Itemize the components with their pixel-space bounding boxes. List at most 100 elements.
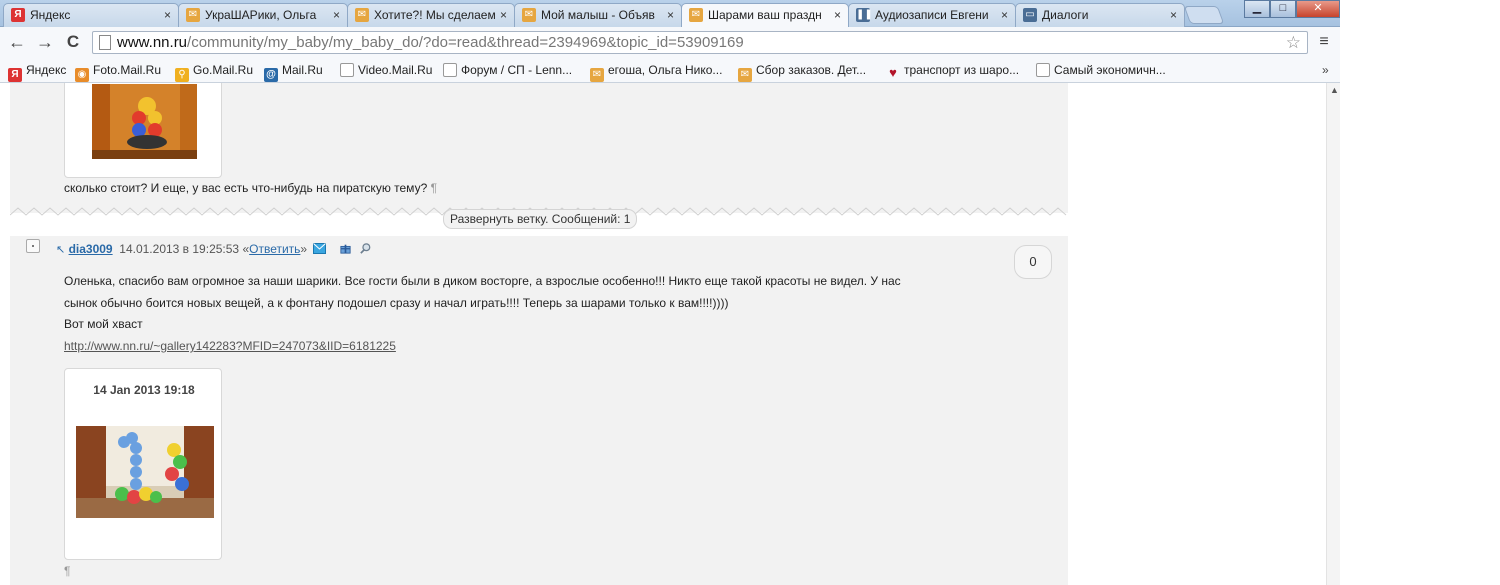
pilcrow: ¶ [430,181,438,195]
reply-link[interactable]: Ответить [249,242,300,256]
yandex-icon: Я [8,68,22,82]
mail-ru-icon: @ [264,68,278,82]
bookmark-label: егоша, Ольга Нико... [608,63,723,77]
post-datetime: 14.01.2013 в 19:25:53 [119,242,240,256]
go-mail-icon: ⚲ [175,68,189,82]
forum-icon: ✉ [738,68,752,82]
gift-icon[interactable] [339,243,352,254]
yandex-icon: Я [11,8,25,22]
audio-icon: ❚❚ [856,8,873,22]
address-path: /community/my_baby/my_baby_do/?do=read&t… [187,34,744,51]
search-icon[interactable] [359,243,372,254]
bookmark-foto-mail[interactable]: ◉ Foto.Mail.Ru [75,58,161,82]
close-window-button[interactable]: ✕ [1296,0,1340,18]
bookmark-label: Video.Mail.Ru [358,63,433,77]
toolbar: ← → C www.nn.ru/community/my_baby/my_bab… [0,27,1340,58]
reload-button[interactable]: C [62,31,84,53]
parent-arrow-icon[interactable]: ↖ [56,244,65,256]
tab-title: Хотите?! Мы сделаем [374,8,496,22]
post-header: ↖ dia3009 14.01.2013 в 19:25:53 «Ответит… [56,242,372,256]
bookmark-label: Go.Mail.Ru [193,63,254,77]
forum-icon: ✉ [522,8,536,22]
bookmark-video-mail[interactable]: Video.Mail.Ru [340,58,432,82]
tab-close-icon[interactable]: × [333,4,340,26]
pilcrow: ¶ [64,561,70,582]
back-button[interactable]: ← [6,31,28,53]
tab-close-icon[interactable]: × [164,4,171,26]
forum-icon: ✉ [186,8,200,22]
balloon-figure-image [92,84,197,159]
bookmark-label: транспорт из шаро... [904,63,1020,77]
tab-close-icon[interactable]: × [500,4,507,26]
address-bar[interactable]: www.nn.ru/community/my_baby/my_baby_do/?… [92,31,1308,54]
photo-date: 14 Jan 2013 19:18 [93,383,195,397]
page-icon [443,63,457,77]
author-link[interactable]: dia3009 [69,242,113,256]
page-icon [1036,63,1050,77]
tab-title: Мой малыш - Объяв [541,8,655,22]
tab-title: УкраШАРики, Ольга [205,8,317,22]
tab-title: Диалоги [1042,8,1089,22]
bookmark-egosha[interactable]: ✉ егоша, Ольга Нико... [590,58,722,82]
post-rating[interactable]: 0 [1014,245,1052,279]
tab-sharami[interactable]: ✉ Шарами ваш праздн × [681,3,849,27]
bookmark-star-icon[interactable]: ☆ [1286,32,1301,53]
bookmark-samyi[interactable]: Самый экономичн... [1036,58,1166,82]
page-icon [340,63,354,77]
foto-mail-icon: ◉ [75,68,89,82]
bookmark-label: Самый экономичн... [1054,63,1166,77]
tab-moy-malysh[interactable]: ✉ Мой малыш - Объяв × [514,3,682,27]
bookmark-mail-ru[interactable]: @ Mail.Ru [264,58,323,82]
vk-dialog-icon: ▭ [1023,8,1037,22]
select-post-checkbox[interactable] [26,239,40,253]
bookmark-go-mail[interactable]: ⚲ Go.Mail.Ru [175,58,253,82]
page-icon [99,35,111,50]
photo-card[interactable] [64,83,222,178]
post-body: сколько стоит? И еще, у вас есть что-ниб… [64,181,428,195]
pilcrow-mark: ¶ [64,564,71,578]
tab-ukrasharikii[interactable]: ✉ УкраШАРики, Ольга × [178,3,348,27]
tab-strip: Я Яндекс × ✉ УкраШАРики, Ольга × ✉ Хотит… [0,0,1340,27]
tab-close-icon[interactable]: × [1170,4,1177,26]
tab-title: Яндекс [30,8,71,22]
expand-thread-button[interactable]: Развернуть ветку. Сообщений: 1 [443,209,638,229]
tab-title: Шарами ваш праздн [708,8,822,22]
scroll-up-icon[interactable]: ▲ [1330,85,1339,95]
gallery-url[interactable]: http://www.nn.ru/~gallery142283?MFID=247… [64,339,396,353]
tab-close-icon[interactable]: × [1001,4,1008,26]
balloon-number-one-image [76,426,214,518]
post-text: сколько стоит? И еще, у вас есть что-ниб… [64,178,437,199]
tab-close-icon[interactable]: × [667,4,674,26]
bookmarks-overflow-icon[interactable]: » [1322,58,1329,82]
browser-window: Я Яндекс × ✉ УкраШАРики, Ольга × ✉ Хотит… [0,0,1340,585]
tab-hotite[interactable]: ✉ Хотите?! Мы сделаем × [347,3,515,27]
bookmark-sbor-zakazov[interactable]: ✉ Сбор заказов. Дет... [738,58,866,82]
bookmark-transport[interactable]: ♥ транспорт из шаро... [886,58,1019,82]
forum-icon: ✉ [689,8,703,22]
photo-card[interactable]: 14 Jan 2013 19:18 [64,368,222,560]
tab-audio[interactable]: ❚❚ Аудиозаписи Евгени × [848,3,1016,27]
maximize-button[interactable]: □ [1270,0,1296,18]
balloon-photo[interactable] [92,84,197,159]
tab-close-icon[interactable]: × [834,4,841,26]
tab-title: Аудиозаписи Евгени [875,8,989,22]
tab-yandex[interactable]: Я Яндекс × [3,3,179,27]
reply-bracket: » [300,242,308,256]
page-viewport: сколько стоит? И еще, у вас есть что-ниб… [0,83,1340,585]
new-tab-button[interactable] [1183,6,1225,24]
tab-dialogi[interactable]: ▭ Диалоги × [1015,3,1185,27]
bookmark-label: Mail.Ru [282,63,323,77]
message-icon[interactable] [313,243,327,254]
bookmark-yandex[interactable]: Я Яндекс [8,58,66,82]
scrollbar[interactable]: ▲ [1326,83,1340,585]
bookmark-forum-sp[interactable]: Форум / СП - Lenn... [443,58,572,82]
balloon-photo[interactable] [76,426,214,518]
window-controls: ▁ □ ✕ [1244,0,1340,19]
bookmarks-bar: Я Яндекс ◉ Foto.Mail.Ru ⚲ Go.Mail.Ru @ Mail.… [0,58,1340,83]
chrome-menu-icon[interactable]: ≡ [1316,32,1332,52]
minimize-button[interactable]: ▁ [1244,0,1270,18]
bookmark-label: Форум / СП - Lenn... [461,63,573,77]
gallery-link[interactable]: http://www.nn.ru/~gallery142283?MFID=247… [64,336,396,357]
forum-icon: ✉ [355,8,369,22]
forward-button[interactable]: → [34,31,56,53]
